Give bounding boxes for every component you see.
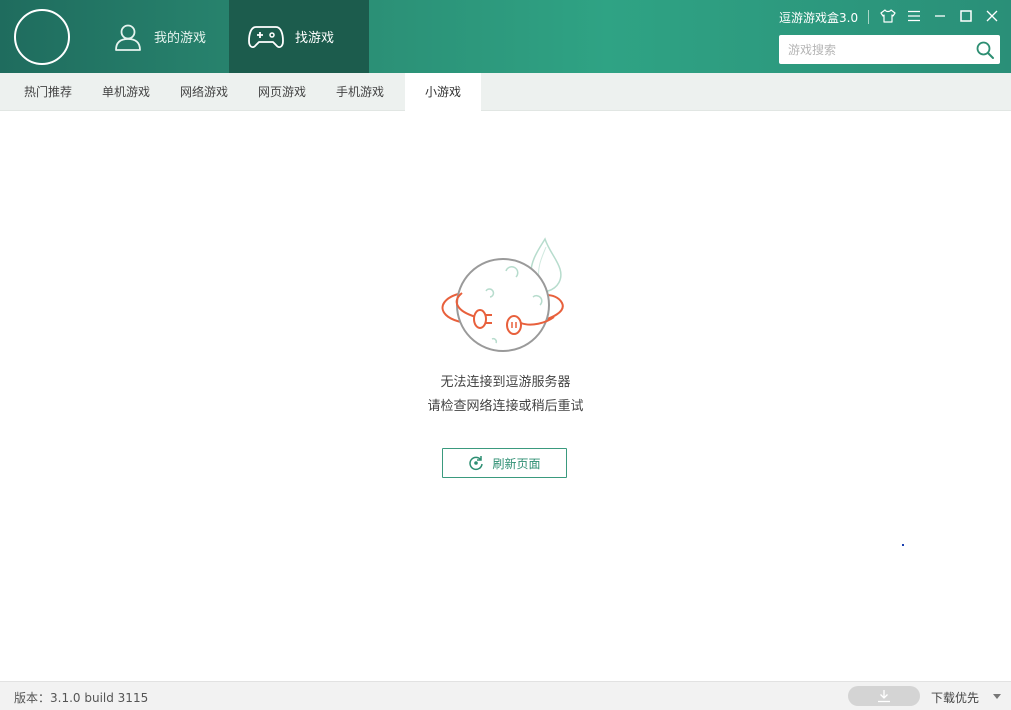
tab-web[interactable]: 网页游戏 — [248, 73, 316, 111]
close-button[interactable] — [982, 6, 1002, 26]
refresh-button[interactable]: 刷新页面 — [442, 448, 567, 478]
tab-single-player-label: 单机游戏 — [101, 85, 150, 99]
tab-online-label: 网络游戏 — [179, 85, 228, 99]
search-input[interactable] — [779, 35, 969, 64]
tab-online[interactable]: 网络游戏 — [170, 73, 238, 111]
tab-single-player[interactable]: 单机游戏 — [92, 73, 160, 111]
menu-button[interactable] — [904, 6, 924, 26]
disconnected-planet-icon — [441, 237, 564, 352]
skin-button[interactable] — [878, 6, 898, 26]
download-priority-label[interactable]: 下载优先 — [931, 689, 979, 706]
tab-hot-label: 热门推荐 — [23, 85, 72, 99]
tab-mini-games-label: 小游戏 — [424, 85, 461, 99]
tab-find-games-label: 找游戏 — [295, 31, 335, 46]
error-hint: 请检查网络连接或稍后重试 — [427, 399, 584, 414]
refresh-icon — [469, 456, 484, 471]
chevron-down-icon[interactable] — [993, 694, 1001, 699]
avatar[interactable] — [14, 9, 70, 65]
search-box — [779, 35, 1000, 64]
tab-mobile[interactable]: 手机游戏 — [326, 73, 394, 111]
search-icon[interactable] — [975, 40, 995, 60]
error-title: 无法连接到逗游服务器 — [440, 375, 571, 390]
close-icon — [986, 10, 998, 22]
tab-web-label: 网页游戏 — [257, 85, 306, 99]
tab-find-games[interactable]: 找游戏 — [229, 0, 369, 73]
tab-mini-games[interactable]: 小游戏 — [405, 73, 481, 112]
download-icon — [878, 690, 890, 703]
category-tabs: 热门推荐 单机游戏 网络游戏 网页游戏 手机游戏 小游戏 — [0, 73, 1011, 112]
main-content: 无法连接到逗游服务器 请检查网络连接或稍后重试 刷新页面 — [0, 111, 1011, 681]
tab-hot[interactable]: 热门推荐 — [14, 73, 82, 111]
status-bar: 版本：3.1.0 build 3115 下载优先 — [0, 681, 1011, 710]
tab-my-games[interactable]: 我的游戏 — [96, 0, 229, 73]
download-button[interactable] — [848, 686, 920, 706]
menu-icon — [908, 10, 920, 22]
minimize-icon — [935, 15, 945, 17]
skin-icon — [880, 9, 896, 23]
app-title: 逗游游戏盒3.0 — [779, 11, 859, 25]
user-icon — [115, 24, 141, 51]
maximize-button[interactable] — [956, 6, 976, 26]
title-bar: 我的游戏 找游戏 逗游游戏盒3.0 — [0, 0, 1011, 73]
minimize-button[interactable] — [930, 6, 950, 26]
maximize-icon — [960, 10, 972, 22]
stray-pixel — [902, 544, 904, 546]
tab-my-games-label: 我的游戏 — [154, 31, 207, 46]
gamepad-icon — [248, 25, 284, 48]
tab-mobile-label: 手机游戏 — [335, 85, 384, 99]
refresh-label: 刷新页面 — [492, 456, 541, 471]
divider — [868, 10, 869, 24]
version-text: 版本：3.1.0 build 3115 — [14, 691, 149, 705]
